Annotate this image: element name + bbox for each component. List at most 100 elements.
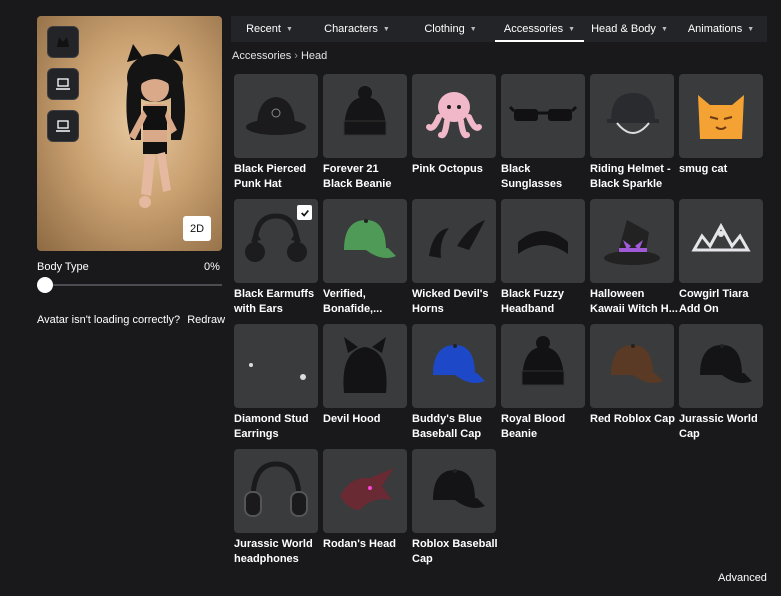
toggle-2d-button[interactable]: 2D — [183, 216, 211, 241]
item-thumbnail[interactable] — [501, 74, 585, 158]
item-card[interactable]: Verified, Bonafide,... — [323, 199, 407, 317]
cat-ears-icon[interactable] — [47, 26, 79, 58]
item-name: Royal Blood Beanie — [501, 413, 566, 440]
item-thumbnail[interactable] — [412, 324, 496, 408]
item-card[interactable]: Black Fuzzy Headband — [501, 199, 585, 317]
item-card[interactable]: Black Pierced Punk Hat — [234, 74, 318, 192]
item-name: Diamond Stud Earrings — [234, 413, 309, 440]
item-thumbnail[interactable] — [501, 199, 585, 283]
item-name: Black Sunglasses — [501, 163, 563, 190]
item-card[interactable]: Jurassic World headphones — [234, 449, 318, 567]
chevron-down-icon: ▼ — [660, 25, 668, 33]
tab-label: Recent — [246, 23, 281, 35]
redraw-link[interactable]: Redraw — [187, 314, 225, 326]
loading-help: Avatar isn't loading correctly? Redraw — [37, 314, 229, 326]
item-thumbnail[interactable] — [679, 199, 763, 283]
chevron-down-icon: ▼ — [285, 25, 293, 33]
tab-label: Animations — [687, 23, 743, 35]
chevron-down-icon: ▼ — [469, 25, 477, 33]
item-card[interactable]: Rodan's Head — [323, 449, 407, 567]
breadcrumb: Accessories › Head — [232, 50, 327, 62]
earrings-icon — [249, 363, 306, 380]
item-thumbnail[interactable] — [234, 449, 318, 533]
item-thumbnail[interactable] — [679, 74, 763, 158]
item-thumbnail[interactable] — [590, 74, 674, 158]
check-icon — [297, 205, 312, 220]
item-card[interactable]: Diamond Stud Earrings — [234, 324, 318, 442]
breadcrumb-parent[interactable]: Accessories — [232, 50, 291, 62]
loading-question: Avatar isn't loading correctly? — [37, 314, 181, 326]
category-tabs: Recent ▼ Characters ▼ Clothing ▼ Accessorie… — [231, 16, 767, 42]
item-card[interactable]: Black Sunglasses — [501, 74, 585, 192]
item-name: Pink Octopus — [412, 163, 483, 175]
item-name: Jurassic World Cap — [679, 413, 758, 440]
beanie-icon — [521, 336, 565, 386]
item-thumbnail[interactable] — [412, 74, 496, 158]
bucket-hat-icon — [246, 97, 306, 135]
cap-icon — [433, 469, 485, 508]
item-name: Rodan's Head — [323, 538, 396, 550]
item-card[interactable]: Cowgirl Tiara Add On — [679, 199, 763, 317]
item-thumbnail[interactable] — [323, 74, 407, 158]
item-thumbnail[interactable] — [590, 199, 674, 283]
cap-icon — [700, 344, 752, 383]
item-thumbnail[interactable] — [323, 324, 407, 408]
item-thumbnail[interactable] — [501, 324, 585, 408]
tab-clothing[interactable]: Clothing ▼ — [406, 16, 495, 42]
tab-label: Clothing — [424, 23, 465, 35]
body-type-value: 0% — [204, 261, 220, 273]
advanced-link[interactable]: Advanced — [718, 572, 767, 584]
item-name: Red Roblox Cap — [590, 413, 675, 425]
headphones-icon — [244, 461, 308, 517]
item-thumbnail[interactable] — [234, 324, 318, 408]
body-type-slider-handle[interactable] — [37, 277, 53, 293]
item-card[interactable]: Halloween Kawaii Witch H... — [590, 199, 678, 317]
octopus-icon — [426, 92, 482, 139]
item-thumbnail[interactable] — [234, 74, 318, 158]
horns-icon — [429, 220, 485, 258]
tab-label: Characters — [324, 23, 378, 35]
item-card[interactable]: Riding Helmet - Black Sparkle — [590, 74, 674, 192]
laptop-icon[interactable] — [47, 68, 79, 100]
item-thumbnail[interactable] — [590, 324, 674, 408]
item-thumbnail[interactable] — [234, 199, 318, 283]
item-card[interactable]: Roblox Baseball Cap — [412, 449, 498, 567]
chevron-down-icon: ▼ — [568, 25, 576, 33]
item-thumbnail[interactable] — [412, 449, 496, 533]
item-card[interactable]: smug cat — [679, 74, 763, 192]
headband-icon — [518, 231, 568, 254]
item-name: Forever 21 Black Beanie — [323, 163, 392, 190]
cap-icon — [611, 344, 663, 383]
tab-animations[interactable]: Animations ▼ — [675, 16, 767, 42]
item-card[interactable]: Pink Octopus — [412, 74, 496, 192]
tab-label: Head & Body — [591, 23, 656, 35]
item-card[interactable]: Forever 21 Black Beanie — [323, 74, 407, 192]
item-thumbnail[interactable] — [412, 199, 496, 283]
tab-accessories[interactable]: Accessories ▼ — [495, 16, 584, 42]
item-name: Devil Hood — [323, 413, 381, 425]
helmet-icon — [607, 93, 659, 134]
tab-characters[interactable]: Characters ▼ — [308, 16, 406, 42]
item-thumbnail[interactable] — [323, 199, 407, 283]
avatar-preview[interactable]: 2D — [37, 16, 222, 251]
item-card[interactable]: Black Earmuffs with Ears — [234, 199, 318, 317]
sunglasses-icon — [508, 105, 578, 121]
item-name: Riding Helmet - Black Sparkle — [590, 163, 671, 190]
item-card[interactable]: Buddy's Blue Baseball Cap — [412, 324, 496, 442]
dragon-head-icon — [340, 468, 394, 510]
item-card[interactable]: Wicked Devil's Horns — [412, 199, 496, 317]
tab-head-body[interactable]: Head & Body ▼ — [584, 16, 675, 42]
item-name: Cowgirl Tiara Add On — [679, 288, 749, 315]
item-card[interactable]: Red Roblox Cap — [590, 324, 675, 442]
cap-icon — [344, 219, 396, 258]
item-card[interactable]: Royal Blood Beanie — [501, 324, 585, 442]
laptop-icon[interactable] — [47, 110, 79, 142]
body-type-slider-track[interactable] — [37, 284, 222, 286]
chevron-down-icon: ▼ — [382, 25, 390, 33]
item-card[interactable]: Jurassic World Cap — [679, 324, 763, 442]
item-thumbnail[interactable] — [323, 449, 407, 533]
cap-icon — [433, 344, 485, 383]
item-card[interactable]: Devil Hood — [323, 324, 407, 442]
tab-recent[interactable]: Recent ▼ — [231, 16, 308, 42]
item-thumbnail[interactable] — [679, 324, 763, 408]
